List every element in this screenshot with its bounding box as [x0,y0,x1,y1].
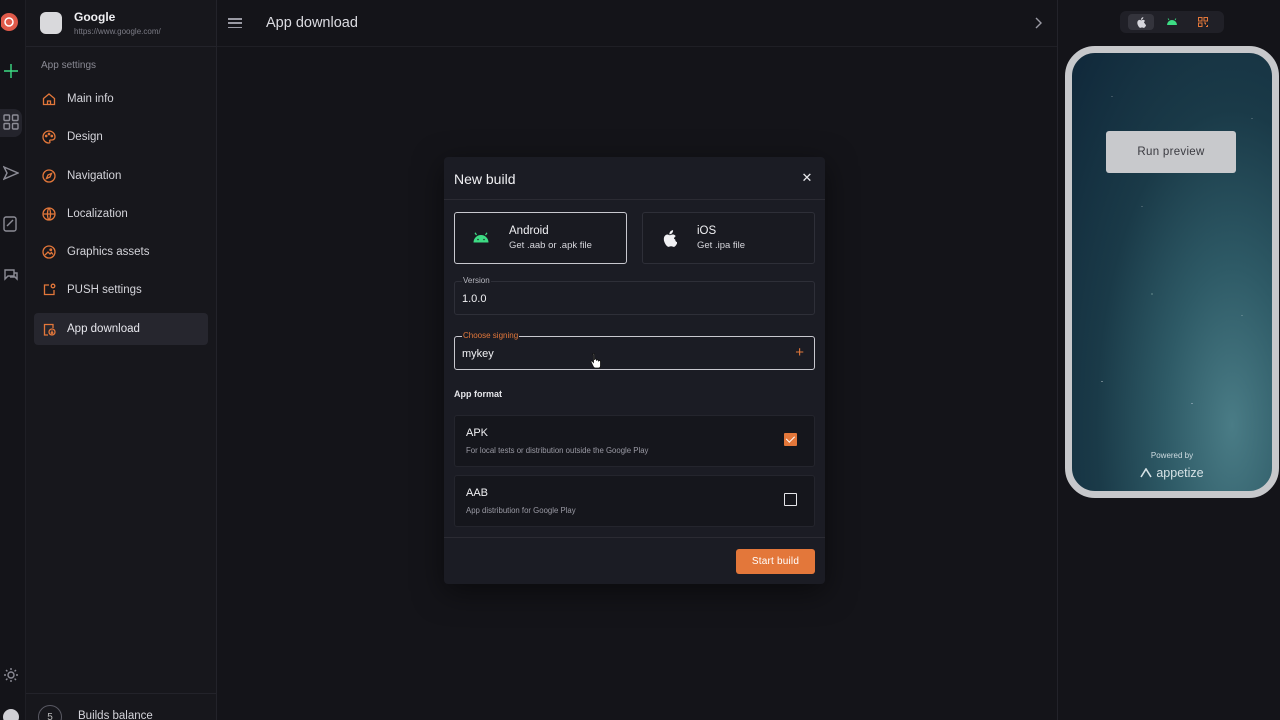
sidebar-nav: Main info Design Navigation Localization… [26,79,216,355]
version-field[interactable]: Version [454,276,815,315]
qr-code-icon[interactable] [1190,14,1216,30]
apps-grid-icon[interactable] [0,111,22,133]
appetize-brand-name: appetize [1156,466,1204,480]
sidebar-item-push-settings[interactable]: PUSH settings [34,274,208,306]
sidebar-item-label: Navigation [67,169,122,182]
format-name: APK [466,427,489,439]
apk-checkbox[interactable] [784,433,797,446]
image-icon [41,244,57,260]
run-preview-button[interactable]: Run preview [1106,131,1236,173]
version-input[interactable] [462,293,762,305]
powered-by-label: Powered by [1150,451,1194,460]
appetize-brand: appetize [1072,466,1272,480]
device-preview: Run preview Powered by appetize [1065,46,1279,498]
sidebar: Google https://www.google.com/ App setti… [26,0,217,720]
signing-label: Choose signing [462,331,520,340]
download-icon [41,321,57,337]
sidebar-item-label: Main info [67,93,114,105]
theme-sun-icon[interactable] [0,664,22,686]
page-title: App download [266,15,358,31]
sidebar-item-graphics-assets[interactable]: Graphics assets [34,236,208,268]
preview-panel: Run preview Powered by appetize [1057,0,1280,720]
platform-desc: Get .aab or .apk file [509,240,592,251]
version-label: Version [462,276,491,285]
main-header: App download [217,0,1057,47]
chevron-right-icon[interactable] [1033,16,1043,35]
app-header[interactable]: Google https://www.google.com/ [26,0,216,47]
brand-logo-icon[interactable] [0,11,22,33]
apple-icon[interactable] [1128,14,1155,30]
platform-name: iOS [697,225,717,237]
sidebar-item-label: Graphics assets [67,246,150,259]
hand-cursor-icon [590,353,602,374]
device-wallpaper [1072,53,1272,491]
link-icon[interactable] [0,213,22,235]
sidebar-section-label: App settings [41,60,97,71]
appetize-logo-icon [1140,467,1153,478]
add-project-icon[interactable] [0,60,22,82]
sidebar-item-design[interactable]: Design [34,121,208,153]
sidebar-item-app-download[interactable]: App download [34,312,208,345]
builds-balance-label: Builds balance [78,710,153,720]
platform-desc: Get .ipa file [697,240,746,251]
app-rail [0,0,26,720]
platform-android-card[interactable]: Android Get .aab or .apk file [454,212,627,264]
home-icon [41,91,57,107]
android-icon [469,232,493,244]
platform-name: Android [509,225,549,237]
sidebar-item-label: App download [67,322,140,335]
menu-icon[interactable] [228,16,242,30]
user-avatar-icon[interactable] [0,706,22,720]
android-icon[interactable] [1159,14,1185,30]
builds-balance[interactable]: 5 Builds balance [26,693,216,720]
builds-balance-count: 5 [38,705,62,720]
format-aab-option[interactable]: AAB App distribution for Google Play [454,475,815,527]
preview-platform-switch [1120,11,1224,33]
chat-icon[interactable] [0,264,22,286]
sidebar-item-label: Design [67,131,103,144]
format-name: AAB [466,487,489,499]
app-logo [40,12,62,34]
aab-checkbox[interactable] [784,493,797,506]
app-url: https://www.google.com/ [74,27,161,36]
platform-ios-card[interactable]: iOS Get .ipa file [642,212,815,264]
dialog-divider [444,199,825,200]
sidebar-item-label: PUSH settings [67,284,142,297]
app-name: Google [74,10,116,24]
signing-select[interactable] [462,348,762,360]
add-signing-icon[interactable]: + [795,345,804,360]
new-build-dialog: New build ✕ Android Get .aab or .apk fil… [444,157,825,584]
compass-icon [41,168,57,184]
signing-field[interactable]: Choose signing + [454,331,815,370]
sidebar-item-localization[interactable]: Localization [34,198,208,230]
dialog-divider [444,537,825,538]
dialog-title: New build [454,171,516,187]
send-icon[interactable] [0,162,22,184]
format-desc: App distribution for Google Play [466,506,576,515]
globe-icon [41,206,57,222]
sidebar-item-navigation[interactable]: Navigation [34,160,208,192]
app-format-label: App format [454,389,502,399]
format-apk-option[interactable]: APK For local tests or distribution outs… [454,415,815,467]
format-desc: For local tests or distribution outside … [466,446,649,455]
apple-icon [657,229,681,247]
sidebar-item-label: Localization [67,207,128,220]
sidebar-item-main-info[interactable]: Main info [34,83,208,115]
close-icon[interactable]: ✕ [801,171,813,184]
start-build-button[interactable]: Start build [736,549,815,574]
palette-icon [41,129,57,145]
notification-icon [41,282,57,298]
